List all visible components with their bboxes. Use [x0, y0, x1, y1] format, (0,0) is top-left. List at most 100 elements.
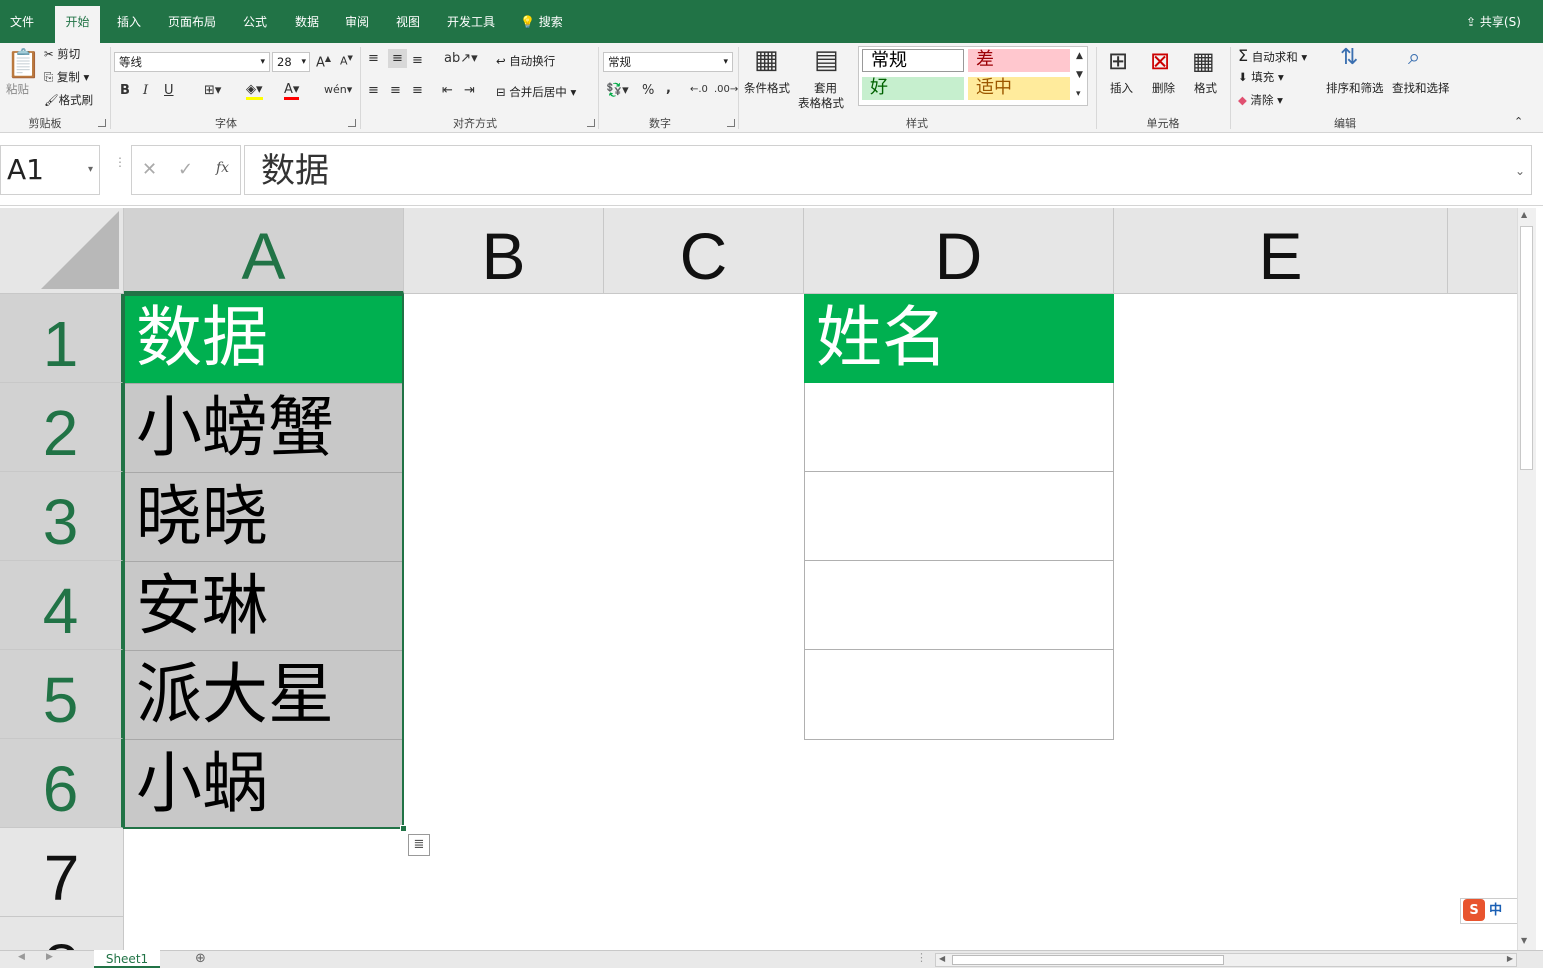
font-size-select[interactable]: 28 ▾: [272, 52, 310, 72]
hscroll-thumb[interactable]: [952, 955, 1224, 965]
delete-cells-icon[interactable]: ⊠: [1150, 47, 1170, 75]
row-header-8[interactable]: 8: [0, 917, 124, 950]
number-launcher-icon[interactable]: [727, 119, 735, 127]
find-select-button[interactable]: 查找和选择: [1392, 80, 1450, 96]
format-cells-icon[interactable]: ▦: [1192, 47, 1215, 75]
scroll-down-icon[interactable]: ▼: [1521, 936, 1527, 945]
next-sheet-icon[interactable]: ▶: [46, 952, 53, 962]
tab-page-layout[interactable]: 页面布局: [160, 0, 224, 43]
scroll-up-icon[interactable]: ▲: [1521, 210, 1527, 219]
orientation-icon[interactable]: ab↗▾: [444, 51, 478, 66]
fill-color-icon[interactable]: ◈▾: [246, 82, 263, 100]
collapse-ribbon-icon[interactable]: ⌃: [1514, 115, 1523, 128]
cell-a1[interactable]: 数据: [124, 294, 404, 383]
formula-input[interactable]: 数据 ⌄: [244, 145, 1532, 195]
clipboard-launcher-icon[interactable]: [98, 119, 106, 127]
merge-center-button[interactable]: ⊟ 合并后居中 ▾: [496, 84, 576, 100]
fill-handle[interactable]: [400, 825, 407, 832]
tab-developer[interactable]: 开发工具: [440, 0, 502, 43]
align-center-icon[interactable]: ≡: [390, 83, 401, 98]
format-table-button-line1[interactable]: 套用: [814, 80, 837, 96]
tab-insert[interactable]: 插入: [106, 0, 152, 43]
decrease-indent-icon[interactable]: ⇤: [442, 83, 453, 98]
find-select-icon[interactable]: ⌕: [1408, 45, 1420, 70]
font-launcher-icon[interactable]: [348, 119, 356, 127]
row-header-6[interactable]: 6: [0, 739, 124, 828]
column-header-b[interactable]: B: [404, 208, 604, 294]
format-cells-button[interactable]: 格式: [1194, 80, 1217, 96]
horizontal-scrollbar[interactable]: ◀ ▶: [935, 953, 1517, 967]
tab-formulas[interactable]: 公式: [232, 0, 278, 43]
delete-cells-button[interactable]: 删除: [1152, 80, 1175, 96]
select-all-button[interactable]: [0, 208, 124, 294]
conditional-format-button[interactable]: 条件格式: [744, 80, 790, 96]
align-right-icon[interactable]: ≡: [412, 83, 423, 98]
row-header-4[interactable]: 4: [0, 561, 124, 650]
row-header-3[interactable]: 3: [0, 472, 124, 561]
cell-a3[interactable]: 晓晓: [124, 472, 404, 561]
scroll-right-icon[interactable]: ▶: [1507, 954, 1513, 963]
comma-button[interactable]: ,: [666, 81, 671, 96]
paste-icon[interactable]: 📋: [6, 47, 41, 80]
search-box[interactable]: 💡 搜索: [520, 0, 563, 43]
tab-data[interactable]: 数据: [284, 0, 330, 43]
cell-a6[interactable]: 小蜗: [124, 739, 404, 828]
name-box[interactable]: A1 ▾: [0, 145, 100, 195]
drag-handle-icon[interactable]: ⋮: [114, 156, 126, 168]
insert-function-icon[interactable]: fx: [216, 160, 229, 176]
currency-icon[interactable]: 💱▾: [606, 83, 629, 98]
insert-cells-icon[interactable]: ⊞: [1108, 47, 1128, 75]
cut-button[interactable]: ✂ 剪切: [44, 46, 80, 62]
bold-button[interactable]: B: [120, 83, 130, 98]
style-good[interactable]: 好: [862, 77, 964, 100]
share-button[interactable]: ⇪ 共享(S): [1466, 0, 1521, 43]
scroll-thumb[interactable]: [1520, 226, 1533, 470]
cell-d5[interactable]: [804, 650, 1114, 740]
quick-analysis-icon[interactable]: ≣: [408, 834, 430, 856]
column-header-d[interactable]: D: [804, 208, 1114, 294]
increase-font-icon[interactable]: A▲: [316, 54, 331, 70]
style-neutral[interactable]: 适中: [968, 77, 1070, 100]
column-header-c[interactable]: C: [604, 208, 804, 294]
align-left-icon[interactable]: ≡: [368, 83, 379, 98]
sort-filter-button[interactable]: 排序和筛选: [1326, 80, 1384, 96]
decrease-font-icon[interactable]: A▼: [340, 54, 353, 68]
prev-sheet-icon[interactable]: ◀: [18, 952, 25, 962]
underline-button[interactable]: U: [164, 83, 174, 98]
scroll-left-icon[interactable]: ◀: [939, 954, 945, 963]
split-handle-icon[interactable]: ⋮: [916, 951, 927, 964]
decrease-decimal-icon[interactable]: .00→: [714, 84, 738, 95]
cell-d3[interactable]: [804, 472, 1114, 561]
clear-button[interactable]: ◆ 清除 ▾: [1238, 92, 1283, 108]
autosum-button[interactable]: Σ 自动求和 ▾: [1238, 46, 1307, 65]
cell-a4[interactable]: 安琳: [124, 561, 404, 650]
column-header-a[interactable]: A: [124, 208, 404, 294]
alignment-launcher-icon[interactable]: [587, 119, 595, 127]
style-normal[interactable]: 常规: [862, 49, 964, 72]
conditional-format-icon[interactable]: ▦: [754, 45, 779, 75]
number-format-select[interactable]: 常规 ▾: [603, 52, 733, 72]
align-middle-icon[interactable]: ≡: [388, 49, 407, 68]
column-header-e[interactable]: E: [1114, 208, 1448, 294]
insert-cells-button[interactable]: 插入: [1110, 80, 1133, 96]
row-header-7[interactable]: 7: [0, 828, 124, 917]
phonetic-icon[interactable]: wén▾: [324, 83, 352, 96]
fill-button[interactable]: ⬇ 填充 ▾: [1238, 69, 1284, 85]
cell-a5[interactable]: 派大星: [124, 650, 404, 739]
vertical-scrollbar[interactable]: ▲ ▼: [1517, 208, 1536, 950]
format-table-button-line2[interactable]: 表格格式: [798, 95, 844, 111]
add-sheet-icon[interactable]: ⊕: [195, 951, 206, 967]
cell-d4[interactable]: [804, 561, 1114, 650]
align-top-icon[interactable]: ≡: [368, 51, 379, 66]
cell-a2[interactable]: 小螃蟹: [124, 383, 404, 472]
gallery-scroll-icon[interactable]: ▲ ▼ ▾: [1076, 47, 1083, 104]
format-painter-button[interactable]: 🖌格式刷: [44, 92, 93, 108]
sheet-tab-sheet1[interactable]: Sheet1: [94, 950, 160, 968]
enter-icon[interactable]: ✓: [178, 159, 193, 180]
tab-home[interactable]: 开始: [55, 6, 100, 43]
row-header-1[interactable]: 1: [0, 294, 124, 383]
italic-button[interactable]: I: [143, 83, 148, 98]
cell-d1[interactable]: 姓名: [804, 294, 1114, 383]
ime-toolbar[interactable]: S 中: [1460, 898, 1517, 924]
style-bad[interactable]: 差: [968, 49, 1070, 72]
